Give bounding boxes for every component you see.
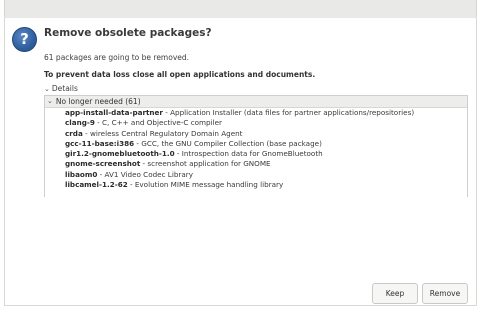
details-label: Details (51, 84, 78, 93)
list-item[interactable]: libcamel-1.2-62 - Evolution MIME message… (45, 180, 467, 190)
list-item[interactable]: app-install-data-partner - Application I… (45, 108, 467, 118)
package-name: libcamel-1.2-62 (65, 180, 128, 190)
window-titlebar[interactable] (4, 0, 477, 19)
package-desc: - wireless Central Regulatory Domain Age… (82, 128, 243, 138)
package-name: app-install-data-partner (65, 108, 163, 117)
list-item[interactable]: gnome-screenshot - screenshot applicatio… (45, 159, 467, 169)
list-item[interactable]: gir1.2-gnomebluetooth-1.0 - Introspectio… (45, 149, 467, 159)
list-item[interactable]: gcc-11-base:i386 - GCC, the GNU Compiler… (45, 139, 467, 149)
package-desc: - screenshot application for GNOME (140, 159, 271, 169)
chevron-down-icon: ⌄ (44, 84, 50, 93)
details-expander[interactable]: ⌄ Details (44, 84, 78, 93)
package-count-text: 61 packages are going to be removed. (44, 53, 190, 62)
package-desc: - C, C++ and Objective-C compiler (94, 118, 222, 128)
package-name: libaom0 (65, 169, 98, 179)
package-desc: - AV1 Video Codec Library (97, 169, 193, 179)
group-label: No longer needed (61) (55, 97, 141, 106)
chevron-down-icon[interactable]: ⌄ (47, 96, 53, 107)
list-item[interactable]: crda - wireless Central Regulatory Domai… (45, 129, 467, 139)
package-desc: - GCC, the GNU Compiler Collection (base… (134, 138, 322, 148)
package-name: gcc-11-base:i386 (65, 138, 135, 148)
keep-button[interactable]: Keep (372, 283, 418, 304)
package-desc: - Evolution MIME message handling librar… (127, 180, 284, 190)
list-item[interactable]: libaom0 - AV1 Video Codec Library (45, 170, 467, 180)
remove-button[interactable]: Remove (422, 283, 468, 304)
package-desc: - Introspection data for GnomeBluetooth (174, 149, 323, 159)
package-tree[interactable]: ⌄ No longer needed (61) app-install-data… (44, 95, 468, 197)
data-loss-warning: To prevent data loss close all open appl… (44, 70, 316, 79)
package-desc: - Application Installer (data files for … (162, 108, 415, 117)
tree-group-row[interactable]: ⌄ No longer needed (61) (45, 96, 467, 108)
package-name: clang-9 (65, 118, 95, 128)
package-name: gnome-screenshot (65, 159, 141, 169)
package-name: crda (65, 128, 83, 138)
list-item[interactable]: clang-9 - C, C++ and Objective-C compile… (45, 118, 467, 128)
question-icon: ? (12, 27, 37, 52)
dialog-title: Remove obsolete packages? (44, 27, 212, 39)
package-name: gir1.2-gnomebluetooth-1.0 (65, 149, 175, 159)
